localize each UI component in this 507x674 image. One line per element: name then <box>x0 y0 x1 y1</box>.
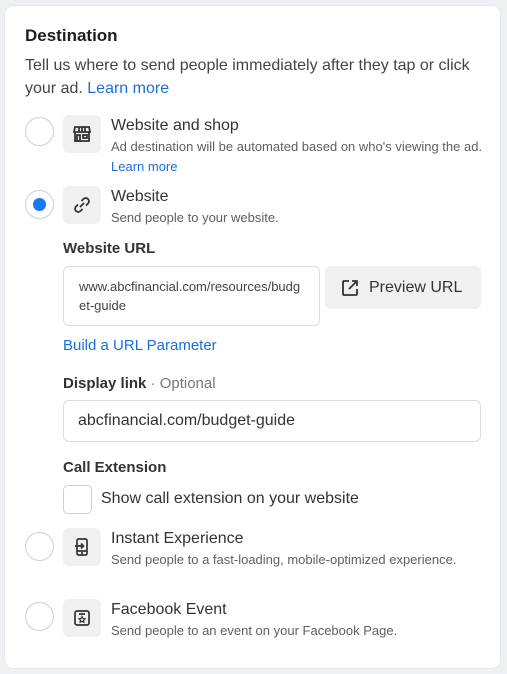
section-description: Tell us where to send people immediately… <box>25 57 470 97</box>
option-title: Instant Experience <box>111 530 244 547</box>
website-url-label: Website URL <box>63 240 156 257</box>
call-extension-checkbox[interactable] <box>63 485 92 514</box>
radio-website-and-shop[interactable] <box>25 117 54 146</box>
destination-card: Destination Tell us where to send people… <box>5 6 500 668</box>
learn-more-link[interactable]: Learn more <box>87 80 169 97</box>
storefront-icon <box>63 115 101 153</box>
display-link-input[interactable] <box>63 400 481 442</box>
link-icon <box>63 186 101 224</box>
option-description: Send people to a fast-loading, mobile-op… <box>111 552 457 567</box>
option-description: Send people to an event on your Facebook… <box>111 623 398 638</box>
call-extension-label: Call Extension <box>63 459 167 476</box>
option-description: Ad destination will be automated based o… <box>111 139 483 174</box>
learn-more-link[interactable]: Learn more <box>111 159 177 174</box>
call-extension-checkbox-label[interactable]: Show call extension on your website <box>101 490 359 508</box>
section-title: Destination <box>25 26 118 45</box>
radio-website[interactable] <box>25 190 54 219</box>
option-title: Website <box>111 188 169 205</box>
mobile-arrow-icon <box>63 528 101 566</box>
option-description: Send people to your website. <box>111 210 279 225</box>
option-title: Facebook Event <box>111 601 227 618</box>
option-title: Website and shop <box>111 117 239 134</box>
external-link-icon <box>342 279 358 296</box>
radio-facebook-event[interactable] <box>25 602 54 631</box>
radio-instant-experience[interactable] <box>25 532 54 561</box>
preview-url-button[interactable]: Preview URL <box>325 266 481 309</box>
display-link-label: Display link · Optional <box>63 375 216 392</box>
website-url-input[interactable]: www.abcfinancial.com/resources/budget-gu… <box>63 266 320 326</box>
event-star-icon <box>63 599 101 637</box>
build-url-parameter-link[interactable]: Build a URL Parameter <box>63 337 217 354</box>
